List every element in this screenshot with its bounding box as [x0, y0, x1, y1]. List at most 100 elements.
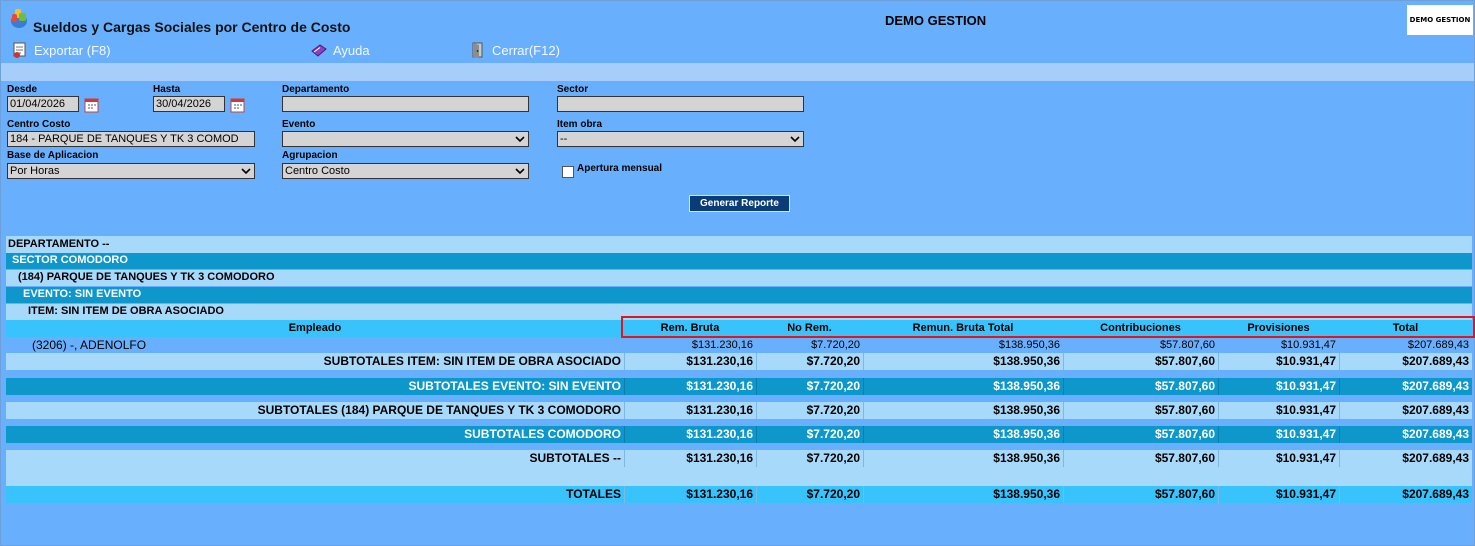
cell-contribuciones: $57.807,60 — [1159, 339, 1215, 351]
cell-total: $207.689,43 — [1339, 402, 1472, 419]
close-door-icon — [472, 42, 483, 58]
cell-no-rem: $7.720,20 — [756, 378, 863, 395]
cell-provisiones: $10.931,47 — [1218, 450, 1339, 467]
sector-text: SECTOR COMODORO — [12, 254, 128, 266]
cell-remun-bruta-total: $138.950,36 — [863, 450, 1063, 467]
item-obra-value: -- — [560, 133, 568, 145]
subtotal-row: SUBTOTALES EVENTO: SIN EVENTO $131.230,16… — [6, 378, 1472, 395]
subtotal-row: SUBTOTALES ITEM: SIN ITEM DE OBRA ASOCIA… — [6, 353, 1472, 370]
evento-select[interactable] — [282, 131, 529, 147]
row-spacer — [6, 370, 1472, 378]
item-text: ITEM: SIN ITEM DE OBRA ASOCIADO — [28, 305, 224, 317]
cell-total: $207.689,43 — [1339, 353, 1472, 370]
cell-remun-bruta-total: $138.950,36 — [863, 378, 1063, 395]
cell-provisiones: $10.931,47 — [1218, 426, 1339, 443]
cell-remun-bruta-total: $138.950,36 — [863, 426, 1063, 443]
cell-contribuciones: $57.807,60 — [1063, 426, 1218, 443]
sector-label: Sector — [557, 84, 589, 95]
evento-row: EVENTO: SIN EVENTO — [6, 287, 1472, 303]
title-bar: Sueldos y Cargas Sociales por Centro de … — [1, 1, 1474, 37]
centro-costo-input[interactable]: 184 - PARQUE DE TANQUES Y TK 3 COMOD — [7, 131, 255, 147]
row-spacer — [6, 419, 1472, 426]
centro-costo-text: (184) PARQUE DE TANQUES Y TK 3 COMODORO — [18, 271, 275, 283]
desde-input[interactable]: 01/04/2026 — [7, 96, 79, 112]
cell-rem-bruta: $131.230,16 — [624, 486, 756, 503]
cell-no-rem: $7.720,20 — [756, 486, 863, 503]
apertura-mensual-label: Apertura mensual — [577, 163, 663, 174]
calendar-icon[interactable] — [229, 96, 247, 114]
subtotal-row: SUBTOTALES -- $131.230,16 $7.720,20 $138.95… — [6, 450, 1472, 467]
agrupacion-select[interactable]: Centro Costo — [282, 163, 529, 179]
close-label: Cerrar(F12) — [492, 42, 560, 58]
centro-costo-row: (184) PARQUE DE TANQUES Y TK 3 COMODORO — [6, 270, 1472, 286]
row-spacer — [6, 395, 1472, 402]
cell-contribuciones: $57.807,60 — [1063, 378, 1218, 395]
cell-remun-bruta-total: $138.950,36 — [998, 339, 1060, 351]
cell-remun-bruta-total: $138.950,36 — [863, 353, 1063, 370]
cell-rem-bruta: $131.230,16 — [691, 339, 753, 351]
departamento-label: Departamento — [282, 84, 350, 95]
close-button[interactable]: Cerrar(F12) — [469, 41, 560, 59]
departamento-input[interactable] — [282, 96, 529, 112]
toolbar: Exportar (F8) Ayuda Cerrar(F12) — [1, 37, 1474, 63]
table-row: (3206) -, ADENOLFO $131.230,16 $7.720,20… — [6, 338, 1472, 353]
cell-provisiones: $10.931,47 — [1218, 486, 1339, 503]
generate-report-button[interactable]: Generar Reporte — [689, 195, 790, 212]
base-label: Base de Aplicacion — [7, 150, 99, 161]
totals-row: TOTALES $131.230,16 $7.720,20 $138.950,36 $5… — [6, 486, 1472, 503]
item-obra-select[interactable]: -- — [557, 131, 804, 147]
subtotal-label: SUBTOTALES -- — [529, 451, 621, 465]
logo-text: DEMO GESTION — [1409, 16, 1471, 24]
hasta-input[interactable]: 30/04/2026 — [153, 96, 225, 112]
app-logo-icon — [11, 9, 27, 28]
cell-no-rem: $7.720,20 — [756, 426, 863, 443]
apertura-mensual-checkbox[interactable] — [562, 166, 574, 178]
cell-total: $207.689,43 — [1339, 378, 1472, 395]
brand-name: DEMO GESTION — [885, 13, 987, 28]
departamento-row: DEPARTAMENTO -- — [6, 236, 1472, 253]
sector-input[interactable] — [557, 96, 804, 112]
window-title: Sueldos y Cargas Sociales por Centro de … — [33, 19, 351, 35]
subtotal-row: SUBTOTALES (184) PARQUE DE TANQUES Y TK … — [6, 402, 1472, 419]
cell-provisiones: $10.931,47 — [1218, 378, 1339, 395]
cell-provisiones: $10.931,47 — [1218, 402, 1339, 419]
cell-provisiones: $10.931,47 — [1218, 353, 1339, 370]
employee-name: (3206) -, ADENOLFO — [32, 338, 147, 352]
window: Sueldos y Cargas Sociales por Centro de … — [0, 0, 1475, 546]
export-label: Exportar (F8) — [34, 42, 111, 58]
cell-no-rem: $7.720,20 — [756, 353, 863, 370]
base-select[interactable]: Por Horas — [7, 163, 255, 179]
cell-rem-bruta: $131.230,16 — [624, 450, 756, 467]
cell-rem-bruta: $131.230,16 — [624, 402, 756, 419]
base-value: Por Horas — [10, 165, 60, 177]
centro-costo-label: Centro Costo — [7, 119, 71, 130]
cell-rem-bruta: $131.230,16 — [624, 353, 756, 370]
help-label: Ayuda — [333, 42, 370, 58]
evento-label: Evento — [282, 119, 316, 130]
cell-rem-bruta: $131.230,16 — [624, 426, 756, 443]
cell-no-rem: $7.720,20 — [756, 402, 863, 419]
cell-contribuciones: $57.807,60 — [1063, 353, 1218, 370]
agrupacion-value: Centro Costo — [285, 165, 350, 177]
company-logo: DEMO GESTION — [1407, 5, 1473, 35]
subtotal-label: SUBTOTALES (184) PARQUE DE TANQUES Y TK … — [257, 403, 621, 417]
agrupacion-label: Agrupacion — [282, 150, 338, 161]
row-spacer — [6, 443, 1472, 450]
help-button[interactable]: Ayuda — [310, 41, 370, 59]
subtotal-label: SUBTOTALES ITEM: SIN ITEM DE OBRA ASOCIA… — [323, 354, 621, 368]
highlight-box — [621, 316, 1475, 338]
separator — [1, 63, 1474, 81]
cell-rem-bruta: $131.230,16 — [624, 378, 756, 395]
cell-no-rem: $7.720,20 — [811, 339, 860, 351]
export-button[interactable]: Exportar (F8) — [11, 41, 111, 59]
cell-remun-bruta-total: $138.950,36 — [863, 486, 1063, 503]
help-book-icon — [311, 44, 327, 57]
departamento-text: DEPARTAMENTO -- — [8, 238, 110, 250]
evento-text: EVENTO: SIN EVENTO — [23, 288, 142, 300]
subtotal-label: SUBTOTALES EVENTO: SIN EVENTO — [408, 379, 621, 393]
cell-total: $207.689,43 — [1339, 426, 1472, 443]
item-obra-label: Item obra — [557, 119, 603, 130]
cell-total: $207.689,43 — [1407, 339, 1469, 351]
calendar-icon[interactable] — [83, 96, 101, 114]
cell-remun-bruta-total: $138.950,36 — [863, 402, 1063, 419]
